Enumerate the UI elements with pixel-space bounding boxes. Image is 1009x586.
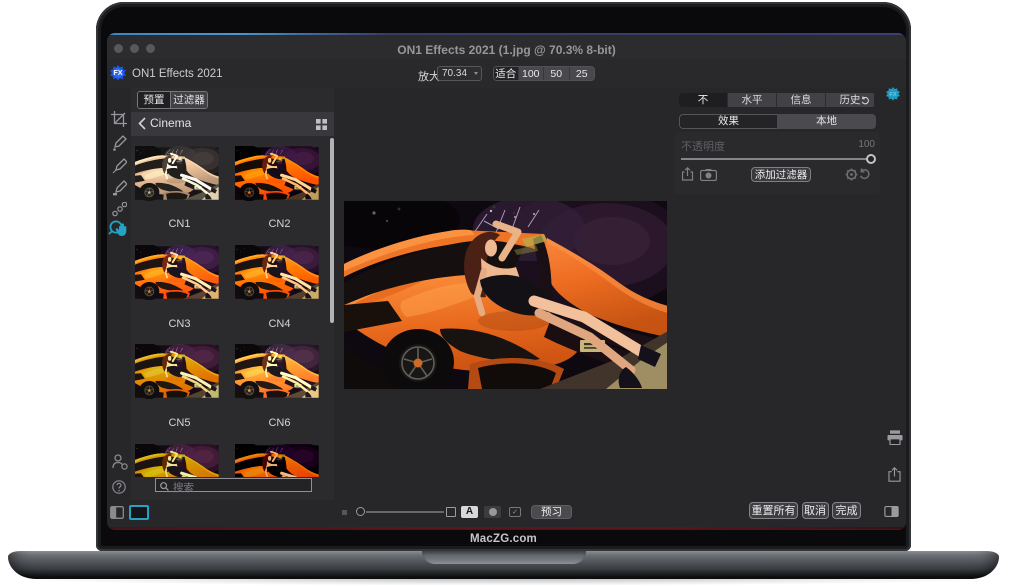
svg-text:FX: FX xyxy=(889,92,896,98)
